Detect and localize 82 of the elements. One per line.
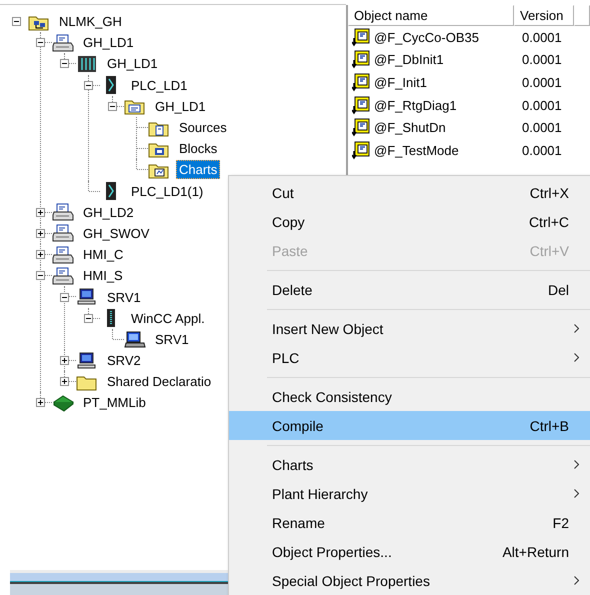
chart-file-icon bbox=[352, 140, 371, 160]
table-cell-text: 0.0001 bbox=[521, 74, 562, 90]
book-icon bbox=[52, 394, 74, 412]
station-icon bbox=[52, 266, 74, 285]
tree-item[interactable]: GH_LD1 bbox=[152, 96, 209, 116]
tree-item[interactable]: WinCC Appl. bbox=[128, 308, 208, 328]
menu-item[interactable]: Cut Ctrl+X bbox=[229, 178, 590, 207]
menu-item[interactable]: Copy Ctrl+C bbox=[229, 207, 590, 236]
table-cell: @F_TestMode bbox=[374, 142, 459, 158]
menu-item[interactable]: Check Consistency bbox=[229, 382, 590, 411]
chart-file-icon bbox=[352, 96, 371, 115]
table-cell: @F_CycCo-OB35 bbox=[374, 30, 479, 45]
shortcut-label: Alt+Return bbox=[502, 544, 569, 560]
tree-item[interactable]: HMI_C bbox=[80, 245, 126, 264]
shortcut-label: Ctrl+V bbox=[530, 242, 569, 258]
tree-item[interactable]: SRV1 bbox=[152, 330, 192, 349]
tree-item[interactable]: Blocks bbox=[176, 139, 220, 158]
chart-file-icon bbox=[352, 118, 371, 138]
shortcut-label: Ctrl+B bbox=[530, 418, 569, 434]
table-cell-text: 0.0001 bbox=[521, 120, 562, 136]
station-icon bbox=[52, 246, 74, 264]
menu-item[interactable]: Rename F2 bbox=[229, 508, 590, 537]
expand-icon[interactable] bbox=[36, 208, 44, 217]
tree-item[interactable]: PT_MMLib bbox=[80, 393, 149, 412]
tree-item[interactable]: NLMK_GH bbox=[56, 12, 125, 32]
rack-icon bbox=[76, 54, 98, 73]
shortcut-label: Ctrl+C bbox=[528, 214, 569, 230]
menu-item[interactable]: Object Properties... Alt+Return bbox=[229, 537, 590, 566]
column-header[interactable]: Version bbox=[514, 5, 574, 26]
tree-item[interactable]: HMI_S bbox=[80, 266, 126, 286]
expand-icon[interactable] bbox=[60, 356, 68, 366]
tree-item[interactable]: Shared Declaratio bbox=[104, 372, 214, 392]
expand-icon[interactable] bbox=[36, 250, 44, 260]
table-cell: @F_RtgDiag1 bbox=[374, 98, 457, 113]
computer-icon bbox=[76, 352, 98, 370]
menu-item[interactable]: Plant Hierarchy bbox=[229, 479, 590, 508]
table-cell-text: 0.0001 bbox=[521, 52, 562, 68]
table-cell: @F_Init1 bbox=[374, 74, 427, 90]
tree-item[interactable]: GH_LD1 bbox=[80, 33, 137, 52]
tree-item[interactable]: PLC_LD1(1) bbox=[128, 182, 206, 201]
collapse-icon[interactable] bbox=[12, 17, 20, 26]
shortcut-label: Del bbox=[548, 282, 569, 298]
expand-icon[interactable] bbox=[60, 377, 68, 386]
station-icon bbox=[52, 224, 74, 242]
menu-item[interactable]: Compile Ctrl+B bbox=[229, 411, 590, 440]
expand-icon[interactable] bbox=[36, 228, 44, 238]
collapse-icon[interactable] bbox=[60, 59, 68, 68]
tree-item[interactable]: PLC_LD1 bbox=[128, 76, 190, 95]
menu-item[interactable]: Charts bbox=[229, 450, 590, 479]
table-cell: @F_DbInit1 bbox=[374, 52, 444, 68]
chart-file-icon bbox=[352, 72, 371, 92]
shortcut-label: F2 bbox=[552, 514, 569, 530]
table-cell: @F_ShutDn bbox=[374, 120, 446, 136]
expand-icon[interactable] bbox=[36, 398, 44, 408]
tree-item[interactable]: SRV1 bbox=[104, 288, 144, 307]
monitor-icon bbox=[124, 330, 146, 348]
collapse-icon[interactable] bbox=[36, 271, 44, 280]
station-icon bbox=[52, 203, 74, 222]
collapse-icon[interactable] bbox=[36, 38, 44, 48]
tree-item[interactable]: GH_SWOV bbox=[80, 224, 152, 243]
tree-item[interactable]: SRV2 bbox=[104, 351, 144, 370]
menu-item[interactable]: Insert New Object bbox=[229, 314, 590, 343]
collapse-icon[interactable] bbox=[84, 80, 92, 90]
table-cell-text: 0.0001 bbox=[521, 30, 562, 45]
collapse-icon[interactable] bbox=[84, 314, 92, 323]
computer-icon bbox=[76, 288, 98, 306]
chart-file-icon bbox=[352, 28, 371, 47]
station-icon bbox=[52, 34, 74, 52]
tree-item[interactable]: Sources bbox=[176, 118, 230, 138]
collapse-icon[interactable] bbox=[108, 102, 116, 111]
tree-item[interactable]: GH_LD1 bbox=[104, 54, 161, 74]
tree-item[interactable]: Charts bbox=[176, 160, 220, 180]
column-header[interactable]: Object name bbox=[348, 5, 514, 26]
menu-item[interactable]: Special Object Properties bbox=[229, 566, 590, 595]
collapse-icon[interactable] bbox=[60, 292, 68, 302]
menu-item[interactable]: Delete Del bbox=[229, 275, 590, 304]
tree-item[interactable]: GH_LD2 bbox=[80, 202, 137, 222]
shortcut-label: Ctrl+X bbox=[530, 184, 569, 200]
table-cell-text: 0.0001 bbox=[521, 142, 562, 158]
menu-item[interactable]: PLC bbox=[229, 343, 590, 372]
chart-file-icon bbox=[352, 50, 371, 70]
table-cell-text: 0.0001 bbox=[521, 98, 562, 113]
